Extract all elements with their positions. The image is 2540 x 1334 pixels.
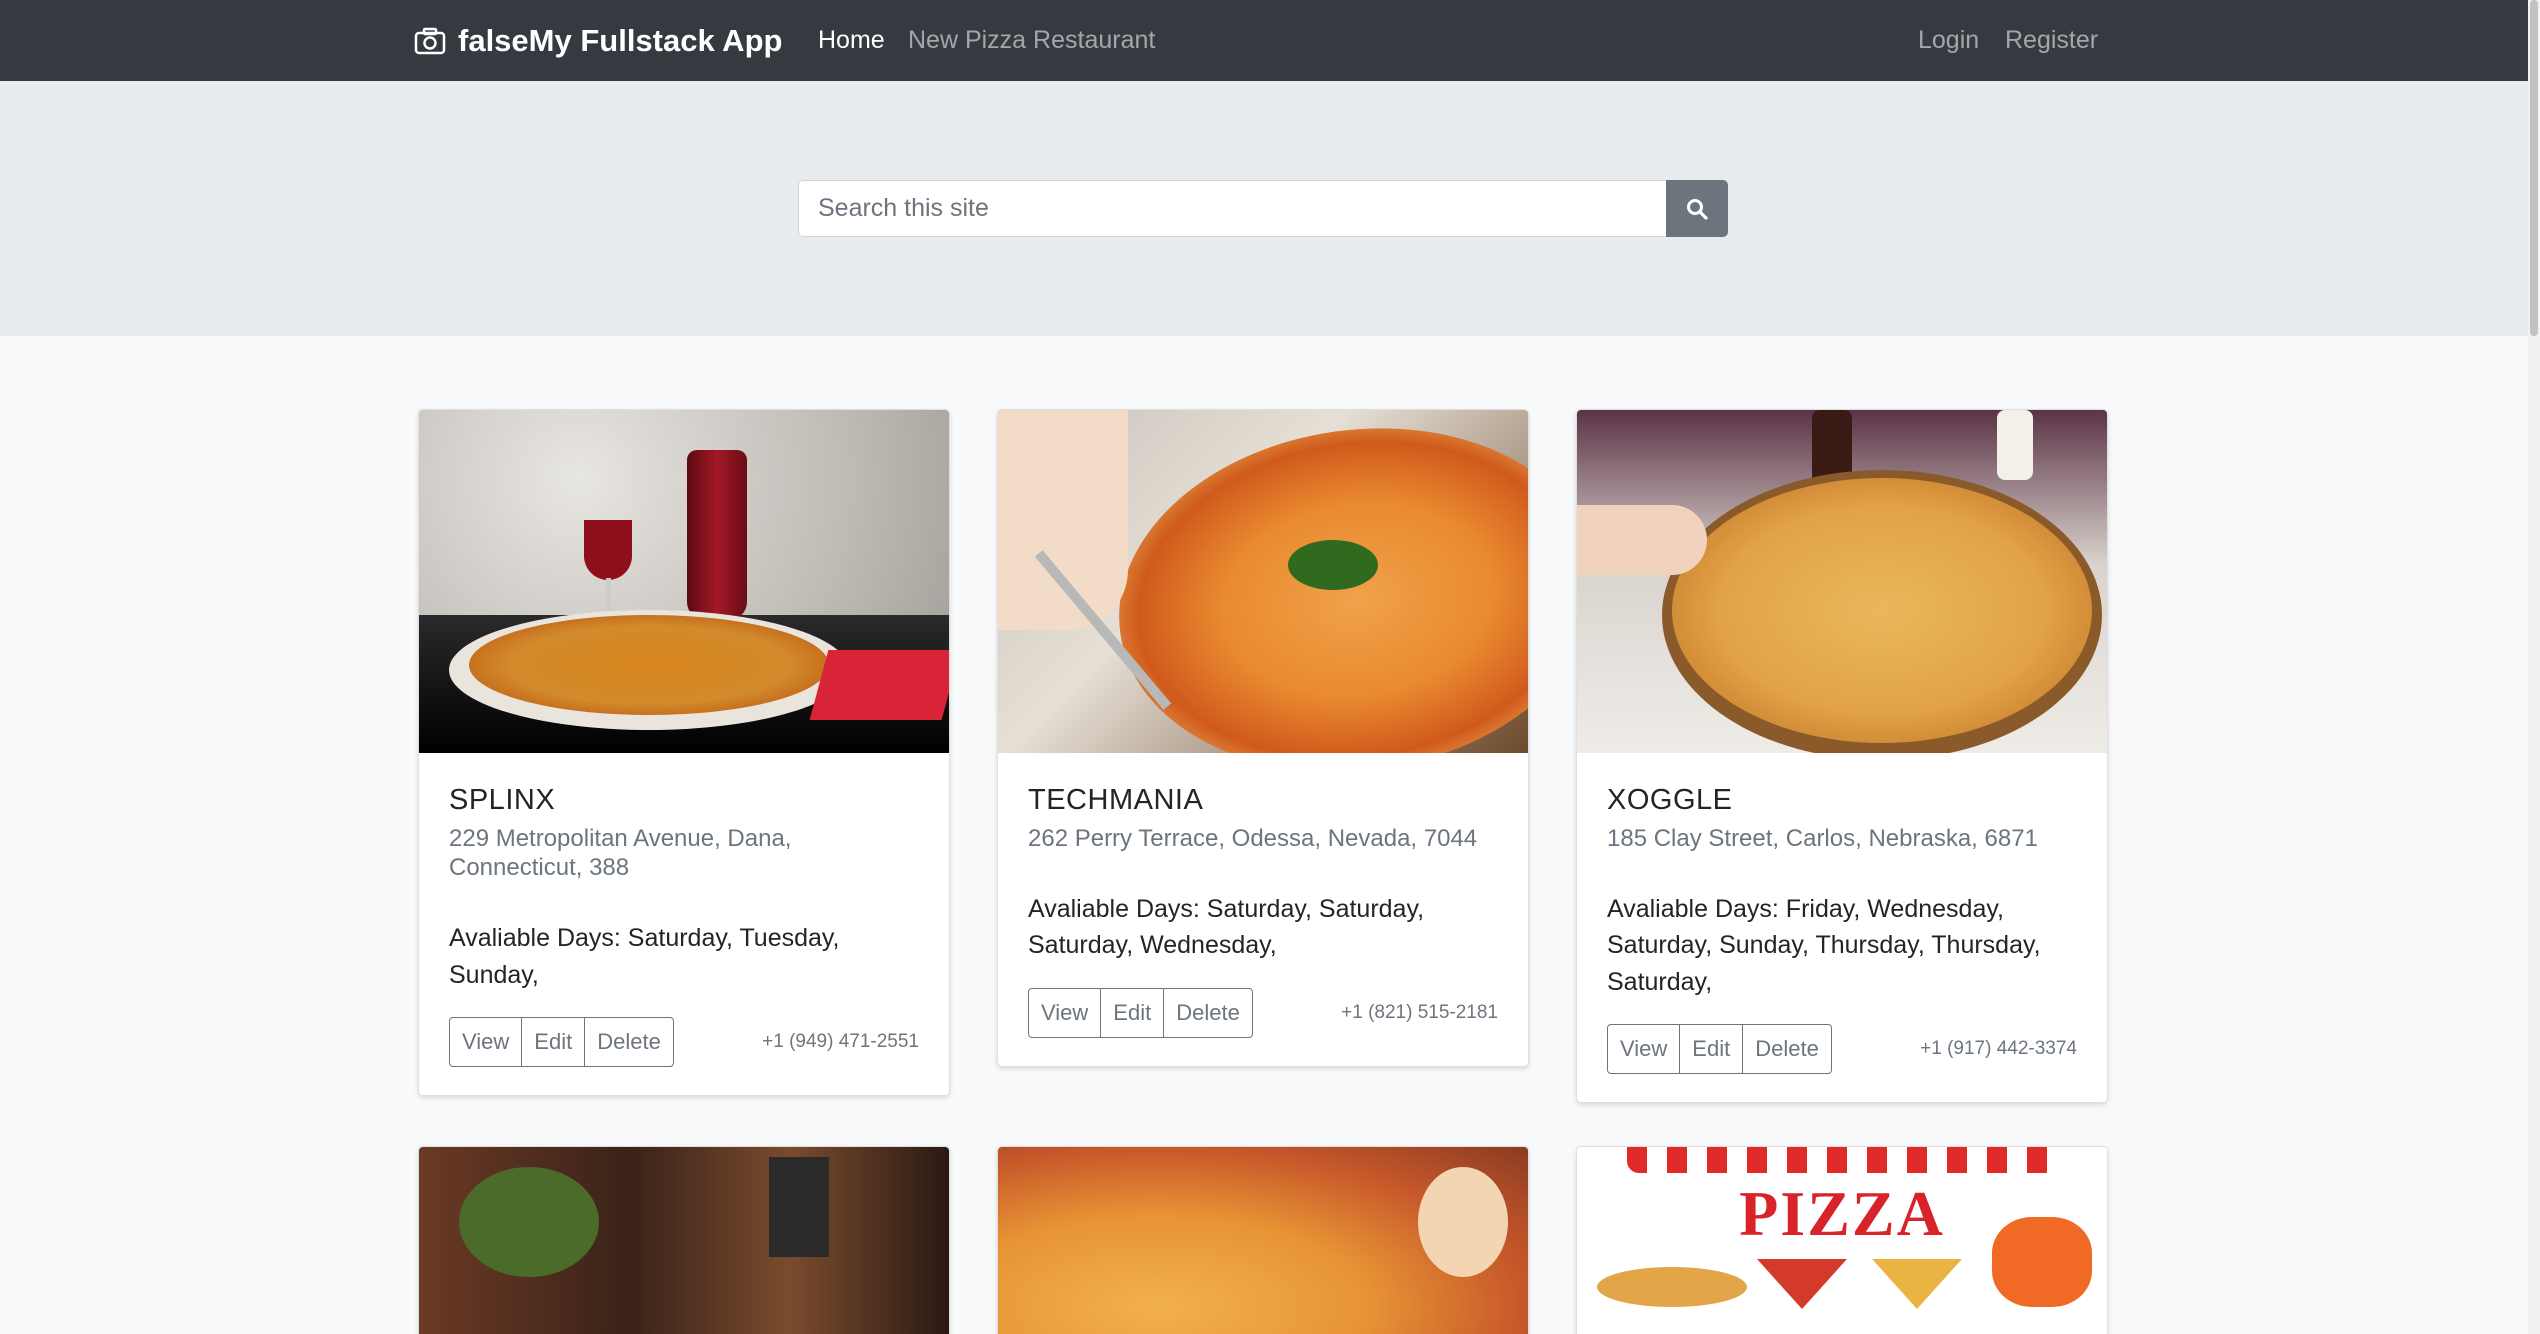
card-actions: View Edit Delete — [1028, 987, 1253, 1038]
restaurant-image — [419, 410, 949, 753]
delete-button[interactable]: Delete — [1163, 987, 1253, 1038]
nav-register-link[interactable]: Register — [2005, 0, 2098, 81]
navbar: falseMy Fullstack App Home New Pizza Res… — [0, 0, 2540, 81]
restaurant-address: 185 Clay Street, Carlos, Nebraska, 6871 — [1607, 824, 2038, 852]
restaurant-card: SPLINX 229 Metropolitan Avenue, Dana, Co… — [418, 409, 950, 1096]
search-form — [798, 180, 1728, 237]
edit-button[interactable]: Edit — [1679, 1023, 1744, 1074]
pizza-sign-text: PIZZA — [1739, 1178, 1945, 1249]
card-actions: View Edit Delete — [449, 1016, 674, 1067]
nav-new-restaurant-link[interactable]: New Pizza Restaurant — [908, 0, 1155, 81]
restaurant-card: PIZZA — [1576, 1146, 2108, 1334]
edit-button[interactable]: Edit — [1100, 987, 1165, 1038]
restaurant-title: SPLINX — [449, 784, 556, 816]
brand-link[interactable]: falseMy Fullstack App — [414, 0, 782, 81]
restaurant-image — [419, 1147, 949, 1334]
restaurant-image: PIZZA — [1577, 1147, 2107, 1334]
restaurant-card — [997, 1146, 1529, 1334]
nav-login-link[interactable]: Login — [1918, 0, 1979, 81]
phone-number: +1 (821) 515-2181 — [1341, 1001, 1498, 1023]
delete-button[interactable]: Delete — [584, 1016, 674, 1067]
page-scrollbar[interactable] — [2528, 0, 2540, 1334]
nav-home-link[interactable]: Home — [818, 0, 885, 81]
available-days: Avaliable Days: Saturday, Saturday, Satu… — [1028, 895, 1425, 960]
restaurant-address: 262 Perry Terrace, Odessa, Nevada, 7044 — [1028, 824, 1478, 852]
restaurant-image — [998, 1147, 1528, 1334]
restaurant-card — [418, 1146, 950, 1334]
available-days: Avaliable Days: Saturday, Tuesday, Sunda… — [449, 924, 840, 989]
restaurant-title: XOGGLE — [1607, 784, 1733, 816]
restaurant-image — [998, 410, 1528, 753]
restaurant-address: 229 Metropolitan Avenue, Dana, Connectic… — [449, 824, 792, 882]
restaurant-card: TECHMANIA 262 Perry Terrace, Odessa, Nev… — [997, 409, 1529, 1067]
available-days: Avaliable Days: Friday, Wednesday, Satur… — [1607, 895, 2041, 996]
phone-number: +1 (917) 442-3374 — [1920, 1037, 2077, 1059]
view-button[interactable]: View — [1607, 1023, 1681, 1074]
view-button[interactable]: View — [449, 1016, 523, 1067]
phone-number: +1 (949) 471-2551 — [762, 1030, 919, 1052]
search-button[interactable] — [1666, 180, 1728, 237]
restaurant-image — [1577, 410, 2107, 753]
restaurant-card: XOGGLE 185 Clay Street, Carlos, Nebraska… — [1576, 409, 2108, 1103]
edit-button[interactable]: Edit — [521, 1016, 586, 1067]
search-input[interactable] — [798, 180, 1666, 237]
camera-icon — [414, 27, 446, 54]
view-button[interactable]: View — [1028, 987, 1102, 1038]
card-actions: View Edit Delete — [1607, 1023, 1832, 1074]
scrollbar-thumb[interactable] — [2530, 0, 2538, 336]
restaurant-title: TECHMANIA — [1028, 784, 1204, 816]
search-icon — [1687, 198, 1708, 220]
brand-text: falseMy Fullstack App — [458, 22, 783, 58]
delete-button[interactable]: Delete — [1742, 1023, 1832, 1074]
